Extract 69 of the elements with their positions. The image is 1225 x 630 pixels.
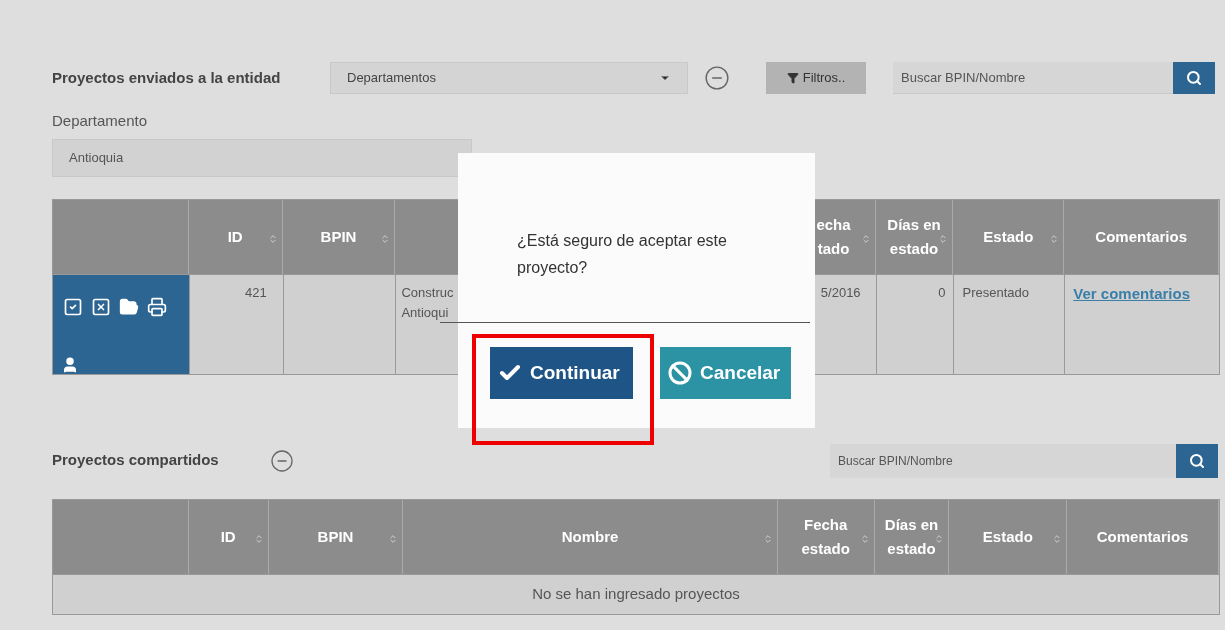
collapse-icon[interactable] — [270, 448, 294, 473]
sort-icon[interactable] — [1049, 233, 1060, 244]
column-header[interactable]: BPIN — [268, 499, 404, 574]
header-text: Estado — [983, 226, 1034, 247]
column-header[interactable]: ID — [188, 499, 269, 574]
column-header[interactable]: Nombre — [403, 499, 778, 574]
column-header[interactable]: Días en estado — [874, 499, 950, 574]
sort-icon[interactable] — [380, 233, 391, 244]
sort-icon[interactable] — [388, 533, 399, 544]
column-header[interactable]: Días en estado — [875, 199, 954, 274]
header-text: Estado — [982, 526, 1033, 547]
header-text: ID — [227, 226, 243, 247]
continue-button[interactable]: Continuar — [490, 347, 633, 399]
header-text: estado — [887, 538, 936, 559]
sort-icon[interactable] — [267, 233, 278, 244]
header-text: Fecha — [804, 514, 848, 535]
header-text: ID — [220, 526, 236, 547]
column-header[interactable]: Estado — [949, 499, 1068, 574]
field-label: Departamento — [52, 111, 149, 131]
filter-icon — [786, 72, 799, 84]
header-text: echa — [816, 214, 851, 235]
user-icon[interactable] — [61, 355, 79, 374]
search-button[interactable] — [1173, 62, 1215, 94]
table-cell: Presentado — [953, 274, 1065, 374]
column-header[interactable]: Estado — [953, 199, 1065, 274]
sort-icon[interactable] — [762, 533, 773, 544]
header-text: tado — [817, 238, 850, 259]
sort-icon[interactable] — [859, 533, 870, 544]
empty-message: No se han ingresado proyectos — [52, 574, 1220, 615]
department-dropdown[interactable]: Departamentos — [330, 62, 688, 94]
sort-icon[interactable] — [1052, 533, 1063, 544]
sort-icon[interactable] — [934, 533, 945, 544]
table-cell: 0 — [875, 274, 954, 374]
table-cell-text: Antioqui — [401, 303, 450, 322]
header-text: estado — [889, 238, 939, 259]
search-icon — [1186, 70, 1202, 86]
printer-icon[interactable] — [147, 296, 167, 317]
dialog-message: ¿Está seguro de aceptar este proyecto? — [517, 231, 728, 278]
filter-button[interactable]: Filtros.. — [766, 62, 866, 94]
column-header[interactable]: ID — [188, 199, 283, 274]
accept-icon[interactable] — [63, 296, 83, 317]
header-text: Días en — [884, 514, 939, 535]
header-text: Comentarios — [1095, 226, 1187, 247]
search-button[interactable] — [1176, 443, 1218, 478]
column-header[interactable]: BPIN — [282, 199, 396, 274]
collapse-icon[interactable] — [704, 65, 730, 91]
header-text: estado — [801, 538, 850, 559]
search-field[interactable]: Buscar BPIN/Nombre — [893, 62, 1173, 94]
header-text: Días en — [887, 214, 941, 235]
cancel-button[interactable]: Cancelar — [660, 347, 791, 399]
search-field[interactable]: Buscar BPIN/Nombre — [830, 443, 1176, 478]
department-field[interactable]: Antioquia — [52, 138, 472, 177]
section-title: Proyectos compartidos — [52, 450, 220, 471]
reject-icon[interactable] — [91, 296, 111, 317]
folder-icon[interactable] — [119, 296, 139, 317]
header-text: BPIN — [317, 526, 354, 547]
column-header[interactable]: Fecha estado — [777, 499, 875, 574]
sort-icon[interactable] — [253, 533, 264, 544]
comments-link[interactable]: Ver comentarios — [1073, 284, 1190, 302]
table-cell: 421 — [188, 274, 283, 374]
header-text: BPIN — [320, 226, 357, 247]
table-cell-text: Construc — [401, 283, 455, 302]
cancel-icon — [668, 361, 692, 385]
sort-icon[interactable] — [938, 233, 949, 244]
search-icon — [1189, 452, 1205, 469]
header-text: Nombre — [561, 526, 619, 547]
sort-icon[interactable] — [860, 233, 871, 244]
header-text: Comentarios — [1096, 526, 1189, 547]
section-title: Proyectos enviados a la entidad — [52, 67, 282, 88]
